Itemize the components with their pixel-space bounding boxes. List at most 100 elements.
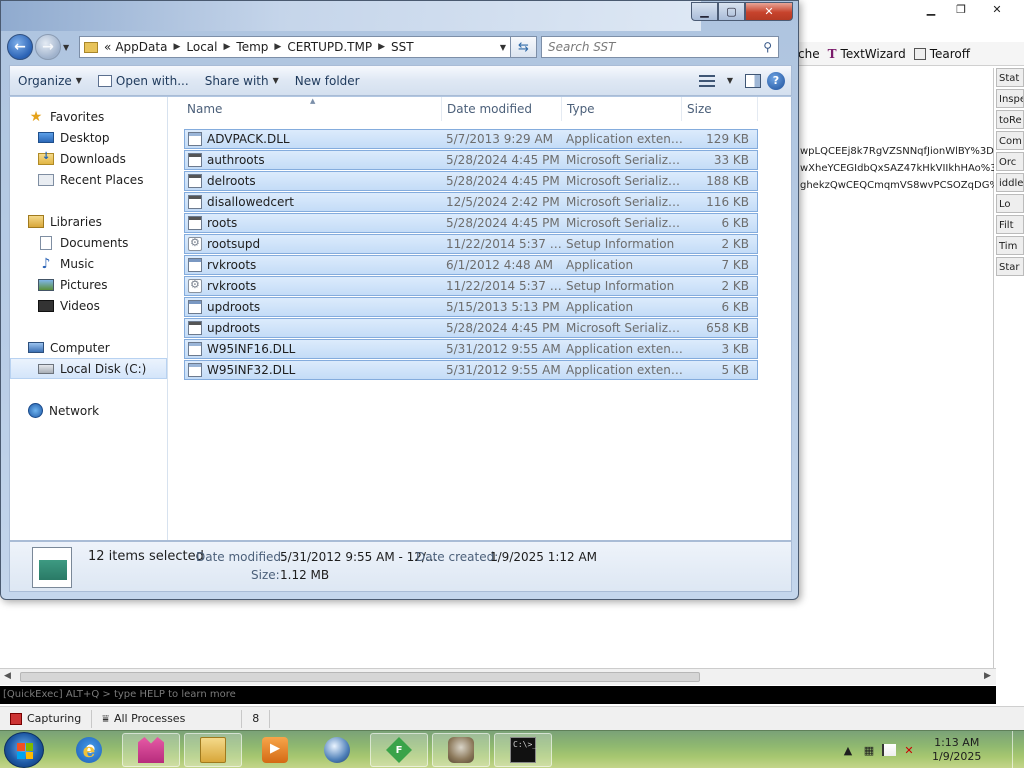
file-row[interactable]: disallowedcert 12/5/2024 2:42 PM Microsoft…	[184, 192, 758, 212]
process-filter[interactable]: ⩸ All Processes	[92, 709, 243, 728]
explorer-titlebar[interactable]: ▁ ▢ ✕	[1, 1, 800, 31]
horizontal-scrollbar[interactable]: ◀ ▶	[0, 668, 996, 685]
taskbar-internet-explorer[interactable]: e	[60, 733, 118, 767]
nav-videos[interactable]: Videos	[38, 295, 100, 316]
nav-computer[interactable]: Computer	[28, 337, 110, 358]
file-row[interactable]: updroots 5/15/2013 5:13 PM Application 6 KB	[184, 297, 758, 317]
minimize-button[interactable]: ▁	[691, 2, 718, 21]
tab-timeline[interactable]: Tim	[996, 236, 1024, 255]
tab-orchestra[interactable]: Orc	[996, 152, 1024, 171]
nav-pictures[interactable]: Pictures	[38, 274, 108, 295]
search-input[interactable]: Search SST ⚲	[541, 36, 779, 58]
breadcrumb-overflow[interactable]: «	[102, 40, 113, 54]
scroll-left-icon[interactable]: ◀	[4, 671, 11, 681]
address-bar[interactable]: « AppData ▶ Local ▶ Temp ▶ CERTUPD.TMP ▶…	[79, 36, 511, 58]
file-row[interactable]: ADVPACK.DLL 5/7/2013 9:29 AM Application e…	[184, 129, 758, 149]
forward-button[interactable]: →	[35, 34, 61, 60]
file-row[interactable]: rvkroots 11/22/2014 5:37 AMSetup Informat…	[184, 276, 758, 296]
file-row[interactable]: W95INF32.DLL 5/31/2012 9:55 AM Application…	[184, 360, 758, 380]
chevron-right-icon[interactable]: ▶	[374, 42, 389, 52]
bg-restore-button[interactable]: ❐	[948, 0, 974, 18]
taskbar-cat-app[interactable]	[122, 733, 180, 767]
nav-recent-label: Recent Places	[60, 172, 144, 187]
file-date: 5/15/2013 5:13 PM	[446, 300, 560, 314]
search-icon[interactable]: ⚲	[763, 40, 772, 54]
refresh-button[interactable]: ⇆	[511, 36, 537, 58]
tab-start[interactable]: Star	[996, 257, 1024, 276]
organize-button[interactable]: Organize ▼	[10, 69, 90, 93]
taskbar-globe-app[interactable]	[308, 733, 366, 767]
chevron-right-icon[interactable]: ▶	[219, 42, 234, 52]
nav-favorites[interactable]: ★ Favorites	[28, 106, 105, 127]
recent-pages-dropdown[interactable]: ▼	[63, 43, 75, 52]
file-row[interactable]: authroots 5/28/2024 4:45 PM Microsoft Seri…	[184, 150, 758, 170]
bg-minimize-button[interactable]: ▁	[918, 0, 944, 18]
downloads-icon	[38, 151, 54, 165]
nav-libraries[interactable]: Libraries	[28, 211, 102, 232]
tab-composer[interactable]: Com	[996, 131, 1024, 150]
toolbar-tearoff[interactable]: Tearoff	[913, 47, 970, 61]
breadcrumb-certupd[interactable]: CERTUPD.TMP	[285, 40, 374, 54]
back-button[interactable]: ←	[7, 34, 33, 60]
show-hidden-icons-icon[interactable]: ▲	[840, 742, 856, 758]
file-row[interactable]: W95INF16.DLL 5/31/2012 9:55 AM Application…	[184, 339, 758, 359]
nav-downloads[interactable]: Downloads	[38, 148, 126, 169]
preview-pane-icon[interactable]	[745, 73, 761, 88]
nav-documents[interactable]: Documents	[38, 232, 128, 253]
share-with-button[interactable]: Share with ▼	[197, 69, 287, 93]
open-with-button[interactable]: Open with...	[90, 69, 197, 93]
new-folder-button[interactable]: New folder	[287, 69, 368, 93]
tab-log[interactable]: Lo	[996, 194, 1024, 213]
bg-close-button[interactable]: ✕	[984, 0, 1010, 18]
column-header-type[interactable]: Type	[562, 97, 682, 121]
tab-fiddlerscript[interactable]: iddle	[996, 173, 1024, 192]
nav-local-disk[interactable]: Local Disk (C:)	[10, 358, 167, 379]
column-header-size[interactable]: Size	[682, 97, 758, 121]
scrollbar-thumb[interactable]	[20, 672, 700, 682]
tab-inspectors[interactable]: Inspe	[996, 89, 1024, 108]
breadcrumb-local[interactable]: Local	[184, 40, 219, 54]
address-history-dropdown[interactable]: ▼	[496, 43, 510, 52]
nav-music[interactable]: ♪ Music	[38, 253, 95, 274]
scroll-right-icon[interactable]: ▶	[984, 671, 991, 681]
nav-recent-places[interactable]: Recent Places	[38, 169, 143, 190]
breadcrumb-appdata[interactable]: AppData	[113, 40, 169, 54]
file-name: ADVPACK.DLL	[207, 132, 290, 146]
file-row[interactable]: delroots 5/28/2024 4:45 PM Microsoft Seria…	[184, 171, 758, 191]
taskbar-fiddler[interactable]: F	[370, 733, 428, 767]
change-view-icon[interactable]	[698, 74, 715, 88]
taskbar-tool-app[interactable]	[432, 733, 490, 767]
taskbar-command-prompt[interactable]: C:\>_	[494, 733, 552, 767]
breadcrumb-temp[interactable]: Temp	[234, 40, 270, 54]
taskbar-windows-explorer[interactable]	[184, 733, 242, 767]
file-row[interactable]: rootsupd 11/22/2014 5:37 AMSetup Informat…	[184, 234, 758, 254]
nav-desktop[interactable]: Desktop	[38, 127, 110, 148]
breadcrumb-sst[interactable]: SST	[389, 40, 416, 54]
action-center-flag-icon[interactable]	[882, 744, 896, 756]
close-button[interactable]: ✕	[745, 2, 793, 21]
volume-muted-icon[interactable]: ✕	[901, 742, 917, 758]
quickexec-input[interactable]: [QuickExec] ALT+Q > type HELP to learn m…	[0, 686, 996, 704]
file-row[interactable]: updroots 5/28/2024 4:45 PM Microsoft Seria…	[184, 318, 758, 338]
tab-autoresponder[interactable]: toRe	[996, 110, 1024, 129]
clock[interactable]: 1:13 AM 1/9/2025	[932, 736, 981, 764]
start-button[interactable]	[4, 732, 44, 768]
nav-network[interactable]: Network	[28, 400, 99, 421]
help-icon[interactable]: ?	[767, 71, 785, 90]
taskbar-media-player[interactable]	[246, 733, 304, 767]
tab-statistics[interactable]: Stat	[996, 68, 1024, 87]
chevron-right-icon[interactable]: ▶	[169, 42, 184, 52]
tray-app-icon[interactable]: ▦	[861, 742, 877, 758]
maximize-button[interactable]: ▢	[718, 2, 745, 21]
file-row[interactable]: roots 5/28/2024 4:45 PM Microsoft Serializ…	[184, 213, 758, 233]
chevron-right-icon[interactable]: ▶	[270, 42, 285, 52]
capturing-toggle[interactable]: Capturing	[0, 709, 93, 728]
file-row[interactable]: rvkroots 6/1/2012 4:48 AM Application 7 KB	[184, 255, 758, 275]
cookie-line: wpLQCEEj8k7RgVZSNNqfJionWlBY%3D	[800, 146, 994, 157]
show-desktop-button[interactable]	[1012, 731, 1024, 768]
toolbar-textwizard[interactable]: T TextWizard	[828, 47, 906, 61]
tab-filters[interactable]: Filt	[996, 215, 1024, 234]
column-header-date[interactable]: Date modified	[442, 97, 562, 121]
toolbar-cache[interactable]: che	[798, 47, 820, 61]
view-options-dropdown[interactable]: ▼	[721, 69, 739, 93]
